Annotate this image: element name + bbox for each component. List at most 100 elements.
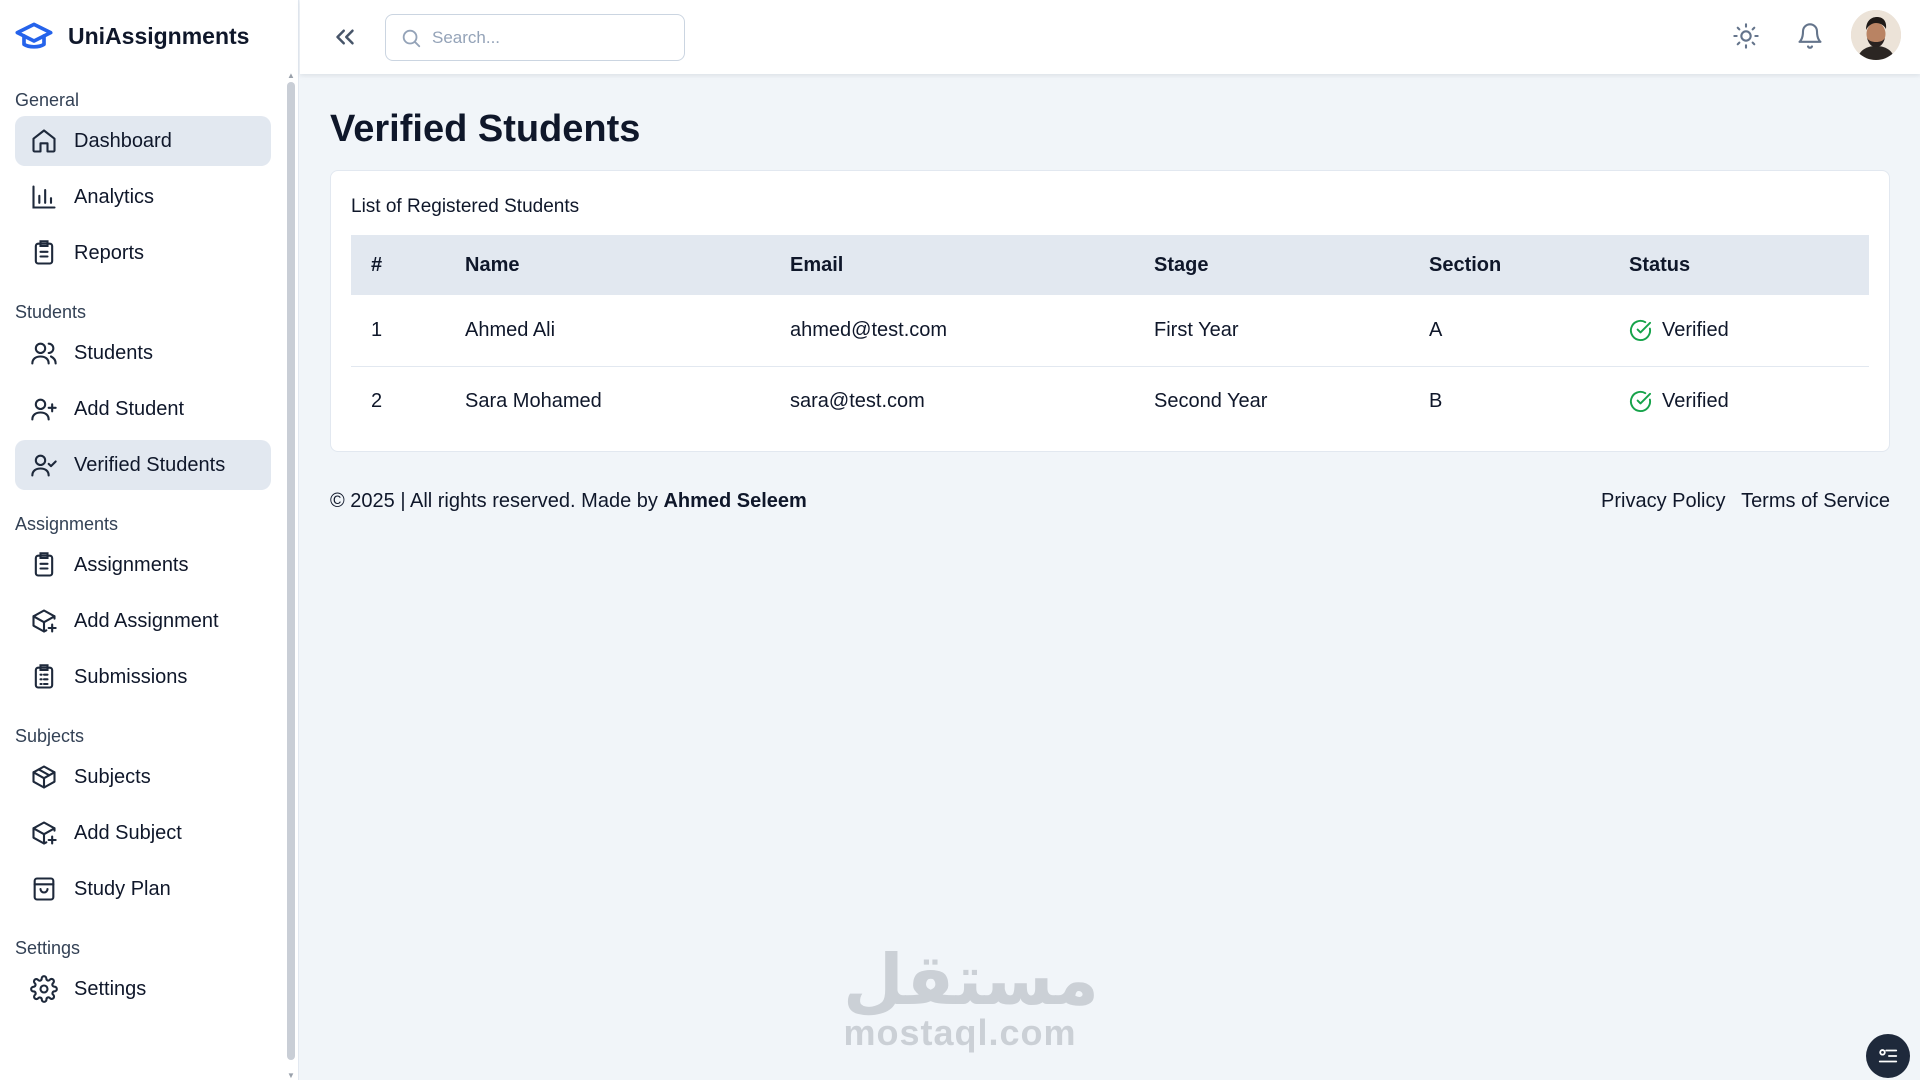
sidebar-item-label: Assignments: [74, 553, 189, 576]
author-name: Ahmed Seleem: [663, 490, 807, 512]
status-badge: Verified: [1629, 390, 1869, 413]
table-row[interactable]: 1 Ahmed Ali ahmed@test.com First Year A …: [351, 295, 1869, 367]
sidebar-item-analytics[interactable]: Analytics: [15, 172, 271, 222]
gear-icon: [30, 975, 58, 1003]
sun-icon[interactable]: [1732, 22, 1760, 50]
table-row[interactable]: 2 Sara Mohamed sara@test.com Second Year…: [351, 365, 1869, 437]
cell-status: Verified: [1629, 365, 1869, 437]
group-title-settings: Settings: [15, 938, 81, 958]
cell-section: B: [1429, 365, 1629, 437]
top-header: [300, 0, 1920, 74]
sidebar-item-assignments[interactable]: Assignments: [15, 540, 271, 590]
app-name: UniAssignments: [68, 22, 250, 49]
sidebar-item-students[interactable]: Students: [15, 328, 271, 378]
collapse-sidebar-icon[interactable]: [330, 22, 360, 52]
package-plus-icon: [32, 609, 57, 633]
group-title-general: General: [15, 90, 80, 110]
clipboard-check-icon: [34, 664, 54, 689]
bar-chart-icon: [32, 185, 56, 209]
users-icon: [31, 342, 57, 365]
scroll-up-arrow-icon[interactable]: ▲: [287, 72, 295, 80]
avatar[interactable]: [1851, 10, 1901, 60]
sidebar-item-settings[interactable]: Settings: [15, 964, 271, 1014]
column-header-name: Name: [465, 253, 520, 276]
avatar-image: [1851, 10, 1901, 60]
copyright: © 2025 | All rights reserved. Made by Ah…: [330, 490, 807, 513]
cell-stage: First Year: [1154, 295, 1429, 367]
sidebar-item-label: Students: [74, 341, 153, 364]
cell-number: 1: [351, 295, 465, 367]
bell-icon[interactable]: [1796, 22, 1824, 50]
sidebar-item-subjects[interactable]: Subjects: [15, 752, 271, 802]
students-card: List of Registered Students # Name Email…: [330, 170, 1890, 452]
column-header-number: #: [371, 253, 383, 276]
sidebar-item-label: Settings: [74, 977, 147, 1000]
user-check-icon: [31, 454, 57, 477]
sidebar-item-add-assignment[interactable]: Add Assignment: [15, 596, 271, 646]
cell-number: 2: [351, 365, 465, 437]
sidebar-item-label: Subjects: [74, 765, 151, 788]
sidebar-item-label: Verified Students: [74, 453, 226, 476]
sidebar-item-add-subject[interactable]: Add Subject: [15, 808, 271, 858]
list-settings-icon: [1878, 1049, 1898, 1063]
home-icon: [32, 129, 56, 153]
cell-name: Sara Mohamed: [465, 365, 790, 437]
sidebar-item-label: Dashboard: [74, 129, 172, 152]
sidebar-nav: General Dashboard Analytics Reports Stud…: [0, 72, 298, 1014]
package-plus-icon: [32, 821, 57, 845]
sidebar-item-label: Reports: [74, 241, 145, 264]
footer-links: Privacy Policy Terms of Service: [1591, 490, 1890, 513]
sidebar-item-verified-students[interactable]: Verified Students: [15, 440, 271, 490]
page-title: Verified Students: [330, 108, 641, 150]
watermark-arabic: مستقل: [843, 939, 1100, 1021]
sidebar-item-label: Analytics: [74, 185, 155, 208]
cell-email: ahmed@test.com: [790, 295, 1154, 367]
sidebar-item-label: Submissions: [74, 665, 188, 688]
watermark-latin: mostaql.com: [843, 1012, 1077, 1053]
sidebar-item-label: Add Student: [74, 397, 185, 420]
cell-stage: Second Year: [1154, 365, 1429, 437]
sidebar-item-dashboard[interactable]: Dashboard: [15, 116, 271, 166]
watermark: مستقل mostaql.com: [843, 939, 1100, 1053]
sidebar-item-study-plan[interactable]: Study Plan: [15, 864, 271, 914]
sidebar-item-add-student[interactable]: Add Student: [15, 384, 271, 434]
search-icon: [402, 29, 421, 47]
sidebar-item-label: Study Plan: [74, 877, 171, 900]
sidebar-scrollbar[interactable]: ▲ ▼: [287, 72, 295, 1080]
status-text: Verified: [1662, 390, 1729, 413]
sidebar-item-submissions[interactable]: Submissions: [15, 652, 271, 702]
check-circle-icon: [1629, 319, 1652, 341]
scroll-thumb[interactable]: [287, 82, 295, 1060]
column-header-section: Section: [1429, 253, 1502, 276]
sidebar-item-reports[interactable]: Reports: [15, 228, 271, 278]
search-box[interactable]: [385, 14, 685, 61]
graduation-cap-icon: [15, 22, 53, 49]
sidebar-item-label: Add Assignment: [74, 609, 219, 632]
shopping-bag-icon: [33, 877, 55, 901]
cell-email: sara@test.com: [790, 365, 1154, 437]
privacy-policy-link[interactable]: Privacy Policy: [1601, 490, 1725, 512]
table-header-row: # Name Email Stage Section Status: [351, 235, 1869, 295]
terms-of-service-link[interactable]: Terms of Service: [1741, 490, 1890, 512]
scroll-down-arrow-icon[interactable]: ▼: [287, 1072, 295, 1080]
group-title-subjects: Subjects: [15, 726, 85, 746]
package-icon: [32, 765, 56, 789]
status-badge: Verified: [1629, 319, 1869, 342]
page-footer: © 2025 | All rights reserved. Made by Ah…: [330, 490, 1890, 513]
floating-menu-button[interactable]: [1866, 1034, 1910, 1078]
brand[interactable]: UniAssignments: [0, 0, 298, 72]
column-header-email: Email: [790, 253, 844, 276]
column-header-status: Status: [1629, 253, 1691, 276]
search-input[interactable]: [432, 27, 662, 48]
sidebar-item-label: Add Subject: [74, 821, 182, 844]
group-title-assignments: Assignments: [15, 514, 119, 534]
group-title-students: Students: [15, 302, 87, 322]
students-table: # Name Email Stage Section Status 1 Ahme…: [351, 235, 1869, 437]
cell-name: Ahmed Ali: [465, 295, 790, 367]
clipboard-list-icon: [34, 552, 54, 577]
main-content: Verified Students List of Registered Stu…: [330, 74, 1890, 513]
cell-status: Verified: [1629, 295, 1869, 367]
clipboard-list-icon: [34, 240, 54, 265]
cell-section: A: [1429, 295, 1629, 367]
status-text: Verified: [1662, 318, 1729, 341]
